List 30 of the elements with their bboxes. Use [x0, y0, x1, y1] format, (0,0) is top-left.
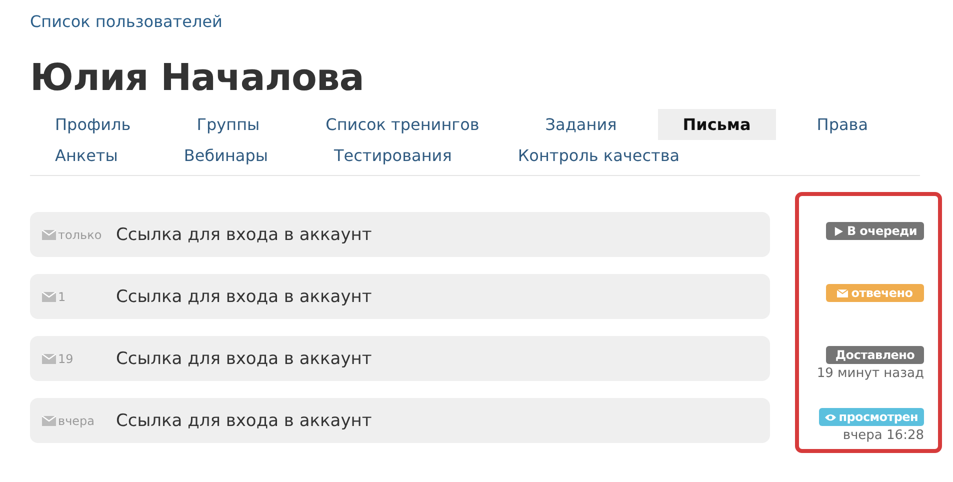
- tab[interactable]: Анкеты: [30, 140, 143, 171]
- tab[interactable]: Задания: [520, 109, 642, 140]
- letter-row[interactable]: только Ссылка для входа в аккаунт: [30, 212, 770, 257]
- tab[interactable]: Список тренингов: [300, 109, 504, 140]
- status-badge: просмотрен: [818, 408, 924, 426]
- status-badge: В очереди: [826, 222, 924, 240]
- letter-row[interactable]: 19 Ссылка для входа в аккаунт: [30, 336, 770, 381]
- tab[interactable]: Профиль: [30, 109, 156, 140]
- status-time: 19 минут назад: [816, 366, 924, 381]
- status-badge: Доставлено: [826, 346, 924, 364]
- letter-time: вчера: [58, 414, 95, 428]
- letter-subject: Ссылка для входа в аккаунт: [116, 286, 372, 306]
- tab[interactable]: Группы: [172, 109, 285, 140]
- tab[interactable]: Вебинары: [158, 140, 294, 171]
- tab[interactable]: Письма: [658, 109, 776, 140]
- letter-time: 19: [58, 352, 74, 366]
- status-badge: отвечено: [826, 284, 924, 302]
- letter-time: только: [58, 228, 102, 242]
- tab[interactable]: Контроль качества: [492, 140, 705, 171]
- tab[interactable]: Права: [792, 109, 894, 140]
- letter-subject: Ссылка для входа в аккаунт: [116, 410, 372, 430]
- status-time: вчера 16:28: [842, 428, 924, 443]
- letter-time: 1: [58, 290, 66, 304]
- letter-subject: Ссылка для входа в аккаунт: [116, 224, 372, 244]
- breadcrumb-link[interactable]: Список пользователей: [30, 12, 222, 31]
- letter-row[interactable]: вчера Ссылка для входа в аккаунт: [30, 398, 770, 443]
- page-title: Юлия Началова: [30, 56, 365, 99]
- tab[interactable]: Тестирования: [309, 140, 477, 171]
- letter-row[interactable]: 1 Ссылка для входа в аккаунт: [30, 274, 770, 319]
- letter-subject: Ссылка для входа в аккаунт: [116, 348, 372, 368]
